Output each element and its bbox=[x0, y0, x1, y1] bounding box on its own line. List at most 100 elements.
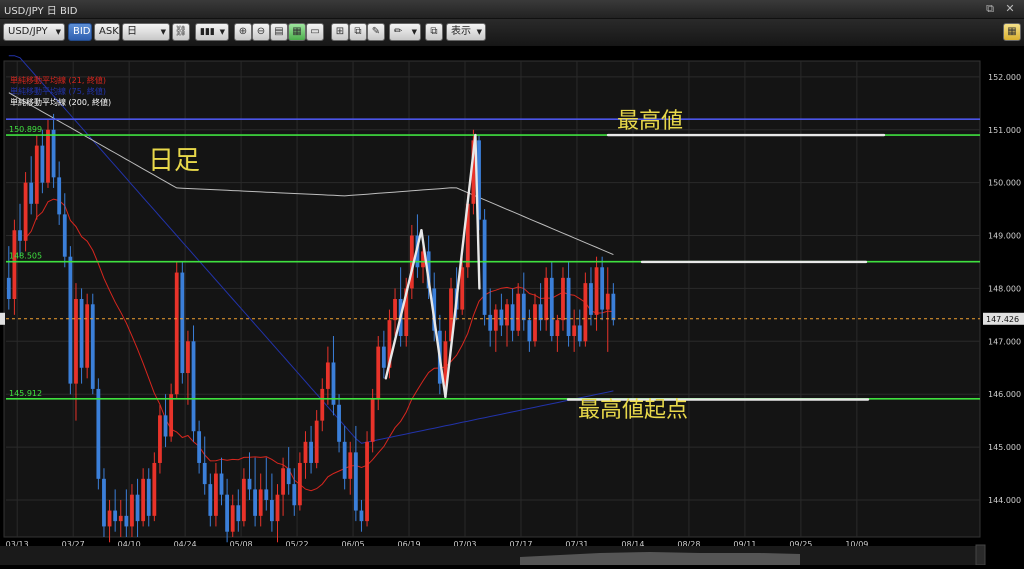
indicator-edit-icon[interactable]: ✎ bbox=[367, 23, 385, 41]
candle-body bbox=[488, 314, 493, 331]
candle-body bbox=[577, 325, 582, 342]
candle-body bbox=[325, 362, 330, 389]
candle-body bbox=[353, 452, 358, 511]
candle-body bbox=[269, 499, 274, 522]
candle-body bbox=[158, 415, 162, 463]
layout-icon[interactable]: ▤ bbox=[270, 23, 288, 41]
grid-icon[interactable]: ▦ bbox=[288, 23, 306, 41]
candle-body bbox=[572, 325, 577, 337]
symbol-select[interactable]: USD/JPY ▼ bbox=[3, 23, 65, 41]
candle-body bbox=[174, 272, 179, 395]
period-select[interactable]: 日 ▼ bbox=[122, 23, 170, 41]
candle-body bbox=[68, 256, 73, 384]
indicator-copy-icon[interactable]: ⧉ bbox=[349, 23, 367, 41]
panel-icon[interactable]: ▭ bbox=[306, 23, 324, 41]
legend-entry: 単純移動平均線 (200, 終値) bbox=[10, 97, 111, 107]
pencil-icon: ✏ bbox=[394, 26, 403, 37]
candle-body bbox=[124, 515, 129, 527]
ask-button[interactable]: ASK bbox=[94, 23, 120, 41]
candle-body bbox=[12, 230, 17, 299]
candle-body bbox=[516, 293, 521, 331]
candle-body bbox=[23, 182, 28, 241]
display-menu[interactable]: 表示 ▼ bbox=[446, 23, 486, 41]
chevron-down-icon: ▼ bbox=[411, 28, 417, 36]
candle-body bbox=[90, 304, 95, 389]
candle-body bbox=[135, 494, 140, 522]
zoom-in-icon[interactable]: ⊕ bbox=[234, 23, 252, 41]
candle-body bbox=[130, 494, 134, 527]
candle-body bbox=[303, 441, 308, 463]
candle-body bbox=[62, 214, 67, 257]
level-label: 148.505 bbox=[9, 252, 42, 261]
candle-body bbox=[46, 129, 50, 183]
close-icon[interactable]: ✕ bbox=[1001, 1, 1019, 16]
candle-chart-icon: ▮▮▮ bbox=[200, 27, 215, 37]
candle-body bbox=[549, 277, 554, 337]
zoom-out-icon[interactable]: ⊖ bbox=[252, 23, 270, 41]
scroll-handle bbox=[975, 544, 986, 566]
candle-body bbox=[482, 219, 487, 315]
candle-body bbox=[505, 304, 509, 326]
link-icon[interactable]: ⛓ bbox=[172, 23, 190, 41]
restore-icon[interactable]: ⧉ bbox=[981, 1, 999, 16]
candle-body bbox=[236, 505, 241, 522]
candle-body bbox=[186, 341, 190, 374]
candle-body bbox=[152, 462, 157, 516]
candle-body bbox=[594, 267, 599, 315]
nichiashi-label: 日足 bbox=[148, 146, 200, 176]
candle-body bbox=[74, 299, 78, 384]
candle-body bbox=[583, 283, 588, 342]
candle-body bbox=[538, 304, 543, 321]
chart-type-select[interactable]: ▮▮▮ ▼ bbox=[195, 23, 229, 41]
candle-body bbox=[18, 230, 22, 241]
candle-body bbox=[34, 145, 39, 204]
candle-body bbox=[113, 510, 118, 522]
candle-body bbox=[393, 299, 397, 321]
candle-body bbox=[191, 341, 196, 432]
candle-body bbox=[286, 468, 291, 485]
candle-body bbox=[169, 394, 174, 437]
window-icon[interactable]: ⧉ bbox=[425, 23, 443, 41]
candle-body bbox=[6, 277, 11, 299]
candle-body bbox=[555, 320, 560, 337]
saitakane-label: 最高値 bbox=[617, 109, 683, 134]
candle-body bbox=[85, 304, 90, 368]
candle-body bbox=[79, 299, 84, 368]
level-label: 150.899 bbox=[9, 125, 42, 134]
candle-body bbox=[499, 309, 504, 326]
y-tick-label: 147.000 bbox=[988, 337, 1021, 346]
candle-body bbox=[253, 489, 258, 516]
candle-body bbox=[605, 293, 610, 310]
candle-body bbox=[510, 304, 515, 331]
level-label: 145.912 bbox=[9, 389, 42, 398]
candle-body bbox=[370, 399, 375, 442]
candle-body bbox=[297, 462, 302, 506]
candle-body bbox=[342, 441, 347, 479]
window-title: USD/JPY 日 BID bbox=[4, 6, 78, 17]
bid-button[interactable]: BID bbox=[68, 23, 92, 41]
candlestick-chart[interactable]: 150.899 148.505 145.912 152.000 151.000 150.… bbox=[0, 47, 1024, 566]
settings-icon[interactable]: ▦ bbox=[1003, 23, 1021, 41]
candle-body bbox=[320, 388, 325, 421]
indicator-add-icon[interactable]: ⊞ bbox=[331, 23, 349, 41]
current-price-marker bbox=[0, 312, 5, 325]
candle-body bbox=[107, 510, 112, 527]
candle-body bbox=[118, 515, 123, 522]
candle-body bbox=[566, 277, 571, 337]
candle-body bbox=[241, 478, 246, 522]
candle-body bbox=[141, 478, 146, 522]
candle-body bbox=[292, 484, 297, 506]
candle-body bbox=[57, 177, 62, 215]
candle-body bbox=[314, 420, 319, 463]
candle-body bbox=[365, 441, 369, 522]
candle-body bbox=[264, 489, 269, 500]
candle-body bbox=[208, 484, 213, 516]
draw-tool-select[interactable]: ✏ ▼ bbox=[389, 23, 421, 41]
candle-body bbox=[359, 510, 364, 522]
candle-body bbox=[381, 346, 386, 368]
saitakane-kiten-label: 最高値起点 bbox=[578, 398, 688, 423]
legend-entry: 単純移動平均線 (21, 終値) bbox=[10, 75, 106, 85]
candle-body bbox=[527, 320, 532, 342]
candle-body bbox=[589, 283, 593, 315]
candle-body bbox=[163, 415, 168, 437]
